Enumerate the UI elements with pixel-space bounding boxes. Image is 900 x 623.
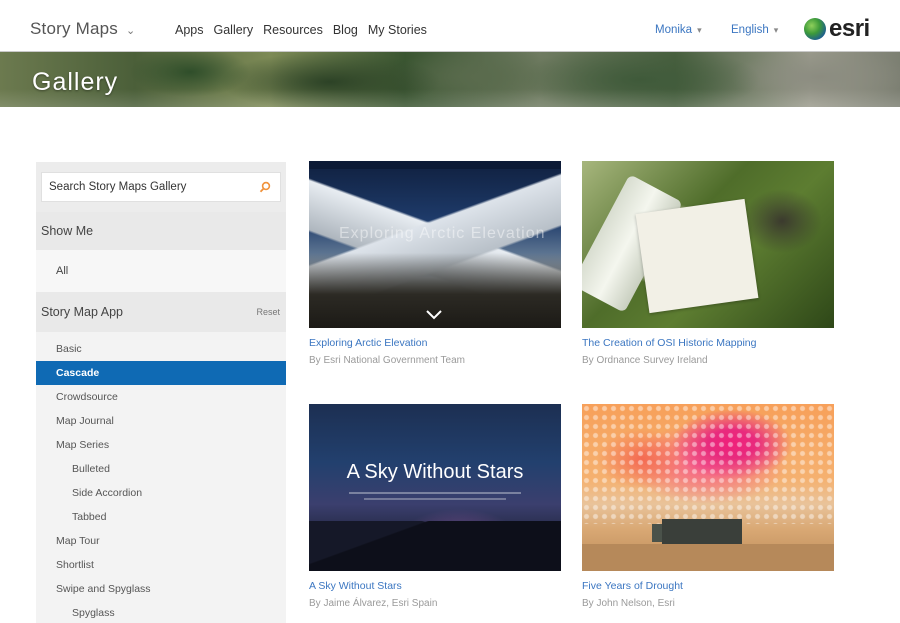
story-thumbnail[interactable] [582, 161, 834, 328]
chevron-down-icon: ▾ [697, 25, 702, 35]
app-filter-list: Basic Cascade Crowdsource Map Journal Ma… [36, 337, 286, 623]
thumbnail-hex-pattern [582, 404, 834, 524]
filter-all-label: All [56, 265, 69, 277]
user-menu[interactable]: Monika ▾ [655, 24, 702, 36]
app-item-swipe-and-spyglass[interactable]: Swipe and Spyglass [36, 577, 286, 601]
story-author: By Jaime Álvarez, Esri Spain [309, 598, 438, 609]
story-card[interactable]: The Creation of OSI Historic Mapping By … [582, 161, 834, 366]
nav-blog[interactable]: Blog [333, 23, 358, 37]
language-label: English [731, 24, 769, 36]
thumbnail-title: Exploring Arctic Elevation [339, 225, 546, 242]
app-item-crowdsource[interactable]: Crowdsource [36, 385, 286, 409]
story-title[interactable]: Exploring Arctic Elevation [309, 337, 561, 349]
thumbnail-paper-shape [635, 198, 759, 314]
show-me-label: Show Me [41, 224, 94, 238]
filter-all[interactable]: All [36, 250, 286, 292]
brand-menu[interactable]: Story Maps ⌄ [30, 19, 135, 39]
thumbnail-truck [662, 519, 742, 544]
thumbnail-title: A Sky Without Stars [346, 461, 524, 483]
app-item-map-tour[interactable]: Map Tour [36, 529, 286, 553]
nav-gallery[interactable]: Gallery [214, 23, 254, 37]
page-title: Gallery [32, 68, 119, 96]
nav-apps[interactable]: Apps [175, 23, 204, 37]
nav-my-stories[interactable]: My Stories [368, 23, 427, 37]
app-item-bulleted[interactable]: Bulleted [36, 457, 286, 481]
story-map-app-label: Story Map App [41, 305, 123, 319]
thumbnail-app-bar [309, 161, 561, 169]
app-item-map-series[interactable]: Map Series [36, 433, 286, 457]
language-menu[interactable]: English ▾ [731, 24, 778, 36]
story-author: By John Nelson, Esri [582, 598, 675, 609]
app-item-shortlist[interactable]: Shortlist [36, 553, 286, 577]
gallery-banner: Gallery [0, 52, 900, 107]
app-item-spyglass[interactable]: Spyglass [36, 601, 286, 623]
reset-button[interactable]: Reset [256, 292, 280, 332]
globe-icon [804, 18, 826, 40]
search-area [36, 162, 286, 212]
story-title[interactable]: Five Years of Drought [582, 580, 834, 592]
app-item-side-accordion[interactable]: Side Accordion [36, 481, 286, 505]
filter-sidebar: Show Me All Story Map App Reset Basic Ca… [36, 162, 286, 623]
thumbnail-subtitle-line [364, 498, 506, 500]
top-navigation: Story Maps ⌄ Apps Gallery Resources Blog … [0, 0, 900, 52]
app-item-tabbed[interactable]: Tabbed [36, 505, 286, 529]
app-item-cascade[interactable]: Cascade [36, 361, 286, 385]
brand-label: Story Maps [30, 19, 118, 38]
story-author: By Ordnance Survey Ireland [582, 355, 708, 366]
story-thumbnail[interactable] [582, 404, 834, 571]
search-icon[interactable] [259, 181, 271, 193]
story-card[interactable]: Five Years of Drought By John Nelson, Es… [582, 404, 834, 609]
logo-text: esri [829, 15, 870, 42]
search-input[interactable] [42, 173, 252, 201]
app-item-basic[interactable]: Basic [36, 337, 286, 361]
story-card[interactable]: Exploring Arctic Elevation Exploring Arc… [309, 161, 561, 366]
story-title[interactable]: A Sky Without Stars [309, 580, 561, 592]
nav-resources[interactable]: Resources [263, 23, 323, 37]
app-item-map-journal[interactable]: Map Journal [36, 409, 286, 433]
user-name: Monika [655, 24, 693, 36]
thumbnail-ground [582, 544, 834, 571]
show-me-header: Show Me [36, 212, 286, 250]
story-card[interactable]: A Sky Without Stars A Sky Without Stars … [309, 404, 561, 609]
search-box [41, 172, 281, 202]
chevron-down-icon [426, 310, 442, 320]
chevron-down-icon: ▾ [773, 25, 779, 35]
thumbnail-subtitle-line [349, 492, 521, 494]
story-title[interactable]: The Creation of OSI Historic Mapping [582, 337, 834, 349]
chevron-down-icon: ⌄ [125, 25, 136, 37]
main-nav: Apps Gallery Resources Blog My Stories [175, 23, 437, 37]
story-thumbnail[interactable]: Exploring Arctic Elevation [309, 161, 561, 328]
story-thumbnail[interactable]: A Sky Without Stars [309, 404, 561, 571]
esri-logo[interactable]: esri [804, 15, 870, 42]
thumbnail-mountains [309, 521, 561, 571]
story-author: By Esri National Government Team [309, 355, 465, 366]
story-map-app-header: Story Map App Reset [36, 292, 286, 332]
